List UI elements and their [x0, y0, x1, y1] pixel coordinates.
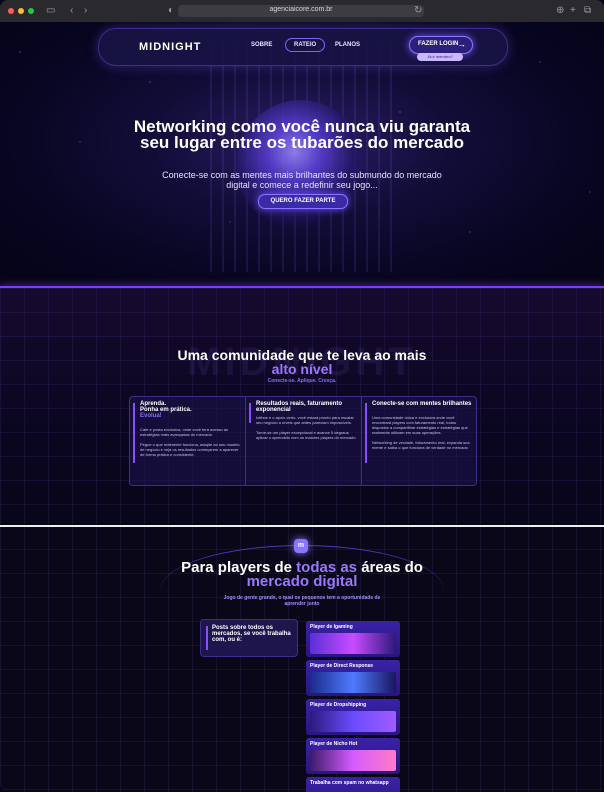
top-navbar: MIDNIGHT SOBRE RATEIO PLANOS FAZER LOGIN…	[98, 28, 508, 66]
card-title: Resultados reais, faturamento exponencia…	[256, 401, 343, 413]
member-label: Já é membro?	[427, 54, 453, 59]
card-text: Cafe e posta exclusiva, onde você terá a…	[140, 427, 240, 457]
player-label: Player de Direct Response	[310, 663, 374, 669]
back-icon[interactable]: ‹	[70, 5, 73, 16]
nav-link-sobre[interactable]: SOBRE	[251, 42, 272, 48]
arrow-right-icon: →	[457, 39, 466, 49]
players-subtitle: Jogo de gente grande, o qual os pequenos…	[223, 595, 381, 607]
tabs-overview-icon[interactable]: ⧉	[584, 5, 591, 16]
feature-cards: Aprenda. Ponha em prática. Evolua! Cafe e…	[129, 396, 477, 486]
card-title: Aprenda. Ponha em prática. Evolua!	[140, 401, 192, 419]
forward-icon[interactable]: ›	[84, 5, 87, 16]
community-title-highlight: alto nível	[271, 361, 333, 377]
url-text: agenciaicore.com.br	[269, 6, 333, 13]
sidebar-toggle-icon[interactable]: ▭	[46, 5, 55, 16]
card-accent-bar	[249, 403, 251, 423]
player-card[interactable]: Trabalha com spam no whatsapp	[306, 777, 400, 792]
login-button[interactable]: FAZER LOGIN →	[409, 36, 473, 54]
player-label: Player de Nicho Hot	[310, 741, 358, 747]
player-card[interactable]: Player de Direct Response	[306, 660, 400, 696]
community-title: Uma comunidade que te leva ao mais alto …	[170, 348, 434, 376]
player-image	[310, 711, 396, 732]
posts-text: Posts sobre todos os mercados, se você t…	[212, 625, 291, 643]
section-divider	[0, 525, 604, 527]
card-accent-bar	[206, 626, 208, 650]
privacy-shield-icon[interactable]: ◐	[168, 5, 174, 16]
player-label: Player de Igaming	[310, 624, 353, 630]
card-text: Uma comunidade única e exclusiva onde vo…	[372, 415, 470, 450]
card-accent-bar	[365, 403, 367, 463]
feature-card: Resultados reais, faturamento exponencia…	[245, 397, 360, 485]
player-card[interactable]: Player de Dropshipping	[306, 699, 400, 735]
player-image	[310, 750, 396, 771]
card-accent-bar	[133, 403, 135, 463]
hero-section: MIDNIGHT SOBRE RATEIO PLANOS FAZER LOGIN…	[0, 22, 604, 288]
card-text: Iolthos e o apoio certo, você estará pro…	[256, 415, 356, 440]
nav-link-planos[interactable]: PLANOS	[335, 42, 360, 48]
maximize-window-button[interactable]	[28, 8, 34, 14]
card-title: Conecte-se com mentes brilhantes	[372, 401, 472, 407]
new-tab-icon[interactable]: +	[570, 5, 576, 16]
player-label: Trabalha com spam no whatsapp	[310, 780, 389, 786]
page-content: MIDNIGHT SOBRE RATEIO PLANOS FAZER LOGIN…	[0, 22, 604, 792]
login-label: FAZER LOGIN	[418, 41, 459, 47]
brand-logo[interactable]: MIDNIGHT	[139, 41, 201, 53]
browser-window: ▭ ‹ › ◐ agenciaicore.com.br ↻ ⊕ + ⧉ MIDN…	[0, 0, 604, 792]
community-section: MIDNIGHT Uma comunidade que te leva ao m…	[0, 288, 604, 524]
players-section: m Para players de todas as áreas do merc…	[0, 525, 604, 792]
player-image	[310, 633, 396, 654]
browser-toolbar: ▭ ‹ › ◐ agenciaicore.com.br ↻ ⊕ + ⧉	[0, 0, 604, 23]
join-cta-button[interactable]: QUERO FAZER PARTE	[258, 194, 348, 209]
community-tagline: Conecte-se. Aplique. Cresça.	[267, 378, 337, 384]
posts-callout: Posts sobre todos os mercados, se você t…	[200, 619, 298, 657]
players-title: Para players de todas as áreas do mercad…	[181, 559, 423, 590]
feature-card: Conecte-se com mentes brilhantes Uma com…	[361, 397, 476, 485]
hero-title: Networking como você nunca viu garanta s…	[133, 117, 471, 152]
downloads-icon[interactable]: ⊕	[556, 5, 564, 16]
player-label: Player de Dropshipping	[310, 702, 367, 708]
feature-card: Aprenda. Ponha em prática. Evolua! Cafe e…	[130, 397, 244, 485]
hero-subtitle: Conecte-se com as mentes mais brilhantes…	[162, 170, 442, 190]
player-image	[310, 672, 396, 693]
nav-link-rateio[interactable]: RATEIO	[285, 38, 326, 52]
close-window-button[interactable]	[8, 8, 14, 14]
minimize-window-button[interactable]	[18, 8, 24, 14]
address-bar[interactable]: agenciaicore.com.br	[178, 5, 424, 17]
reload-icon[interactable]: ↻	[414, 5, 422, 16]
brand-badge-icon: m	[294, 539, 308, 553]
player-card[interactable]: Player de Nicho Hot	[306, 738, 400, 774]
player-card[interactable]: Player de Igaming	[306, 621, 400, 657]
member-link[interactable]: Já é membro?	[417, 53, 463, 61]
